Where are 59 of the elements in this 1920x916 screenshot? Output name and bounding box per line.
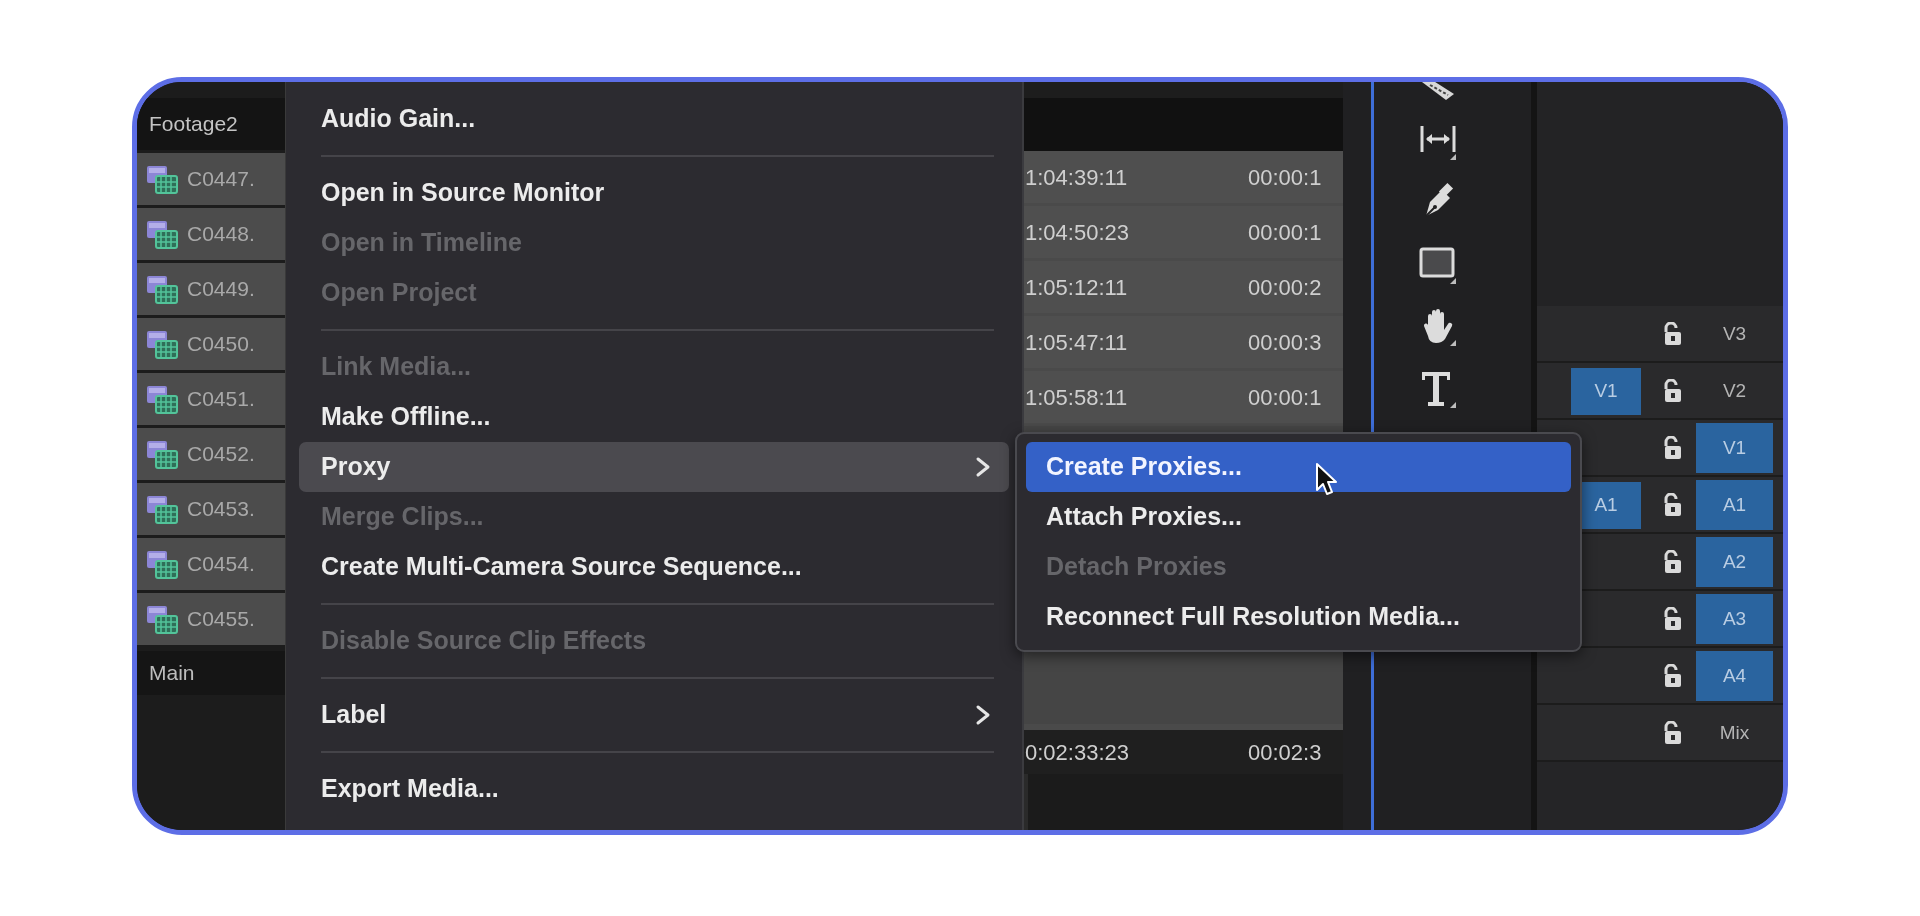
chevron-icon [975,456,991,478]
clip-name: C0453. [187,496,255,523]
clip-icon [145,273,179,305]
menu-item[interactable]: Attach Proxies... [1026,492,1571,542]
menu-item[interactable]: Reconnect Full Resolution Media... [1026,592,1571,642]
clip-name: C0455. [187,606,255,633]
clip-name: C0448. [187,221,255,248]
clip-row[interactable]: C0454. [137,538,285,590]
table-cell-text: 00:00:2 [1248,273,1322,302]
source-patch-toggle[interactable]: V1 [1571,368,1641,415]
menu-item[interactable]: Proxy [299,442,1009,492]
table-cell-text: 1:05:12:11 [1024,273,1129,302]
menu-item[interactable]: Export Media... [299,764,1009,814]
clip-name: C0450. [187,331,255,358]
clip-row[interactable]: C0455. [137,593,285,645]
table-cell-text: 00:00:3 [1248,328,1322,357]
table-cell-text: 1:05:58:11 [1024,383,1129,412]
menu-item[interactable]: Open in Source Monitor [299,168,1009,218]
clip-name: C0447. [187,166,255,193]
menu-item[interactable]: Create Proxies... [1026,442,1571,492]
table-cell-text: 00:00:1 [1248,218,1322,247]
clip-row[interactable]: C0448. [137,208,285,260]
table-cell-text: 1:04:50:23 [1024,218,1130,247]
table-cell-text: 00:00:1 [1248,383,1322,412]
clip-name: C0449. [187,276,255,303]
clip-name: C0454. [187,551,255,578]
clip-icon [145,493,179,525]
table-cell-text: 00:00:1 [1248,163,1322,192]
track-target-toggle[interactable]: V2 [1696,366,1773,416]
clip-icon [145,438,179,470]
clip-row[interactable]: C0450. [137,318,285,370]
menu-item[interactable]: Create Multi-Camera Source Sequence... [299,542,1009,592]
clip-row[interactable]: C0451. [137,373,285,425]
clip-icon [145,163,179,195]
track-target-toggle[interactable]: A1 [1696,480,1773,530]
table-cell-text: 00:02:3 [1248,738,1322,767]
track-target-toggle[interactable]: A2 [1696,537,1773,587]
clip-icon [145,548,179,580]
clip-icon [145,328,179,360]
clip-row[interactable]: C0447. [137,153,285,205]
clip-name: C0451. [187,386,255,413]
table-cell-text: 1:04:39:11 [1024,163,1129,192]
track-target-toggle[interactable]: V1 [1696,423,1773,473]
clip-icon [145,383,179,415]
clip-row[interactable]: C0449. [137,263,285,315]
track-target-toggle[interactable]: A3 [1696,594,1773,644]
clip-icon [145,218,179,250]
menu-item[interactable]: Audio Gain... [299,94,1009,144]
clip-icon [145,603,179,635]
menu-item[interactable]: Label [299,690,1009,740]
mouse-cursor-icon [1315,462,1339,497]
chevron-icon [975,704,991,726]
track-target-toggle[interactable]: A4 [1696,651,1773,701]
clip-row[interactable]: C0453. [137,483,285,535]
clip-row[interactable]: C0452. [137,428,285,480]
table-cell-text: 1:05:47:11 [1024,328,1129,357]
menu-item[interactable]: Make Offline... [299,392,1009,442]
table-cell-text: 0:02:33:23 [1024,738,1130,767]
clip-name: C0452. [187,441,255,468]
